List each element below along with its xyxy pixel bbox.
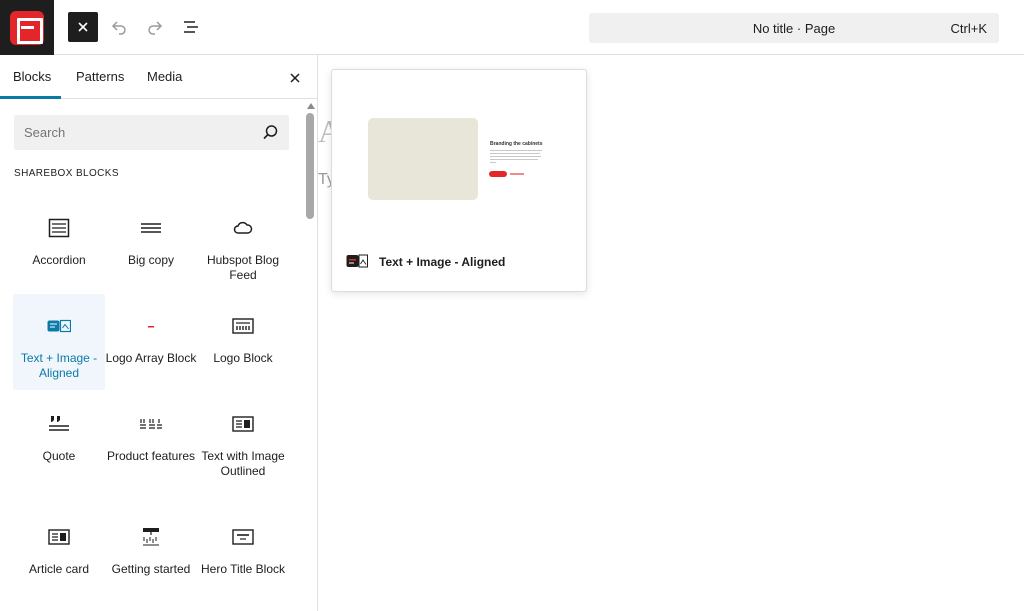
block-preview-image: Branding the cabinets (332, 70, 586, 240)
block-item-getting-started[interactable]: Getting started (105, 505, 197, 601)
cloud-icon (231, 216, 255, 240)
search-box (14, 115, 289, 150)
logo-block-icon (231, 314, 255, 338)
preview-text-line (490, 156, 541, 157)
block-label: Logo Array Block (105, 351, 197, 365)
undo-button[interactable] (104, 12, 134, 42)
text-image-outlined-icon (231, 412, 255, 436)
block-item-logo-array-block[interactable]: Logo Array Block (105, 294, 197, 390)
block-label: Article card (28, 562, 90, 576)
close-panel-button[interactable] (284, 67, 306, 89)
block-preview-popover: Branding the cabinets Text + Image - Ali… (331, 69, 587, 292)
tab-blocks[interactable]: Blocks (13, 55, 51, 99)
scrollbar[interactable] (304, 99, 316, 611)
keyboard-shortcut: Ctrl+K (950, 21, 987, 36)
block-label: Logo Block (213, 351, 273, 365)
big-copy-icon (139, 216, 163, 240)
preview-image-placeholder (368, 118, 478, 200)
hero-title-icon (231, 525, 255, 549)
active-tab-indicator (0, 96, 61, 99)
block-label: Quote (42, 449, 76, 463)
logo-array-icon (139, 314, 163, 338)
block-item-article-card[interactable]: Article card (13, 505, 105, 601)
text-image-icon (346, 254, 368, 268)
preview-block-name: Text + Image - Aligned (379, 255, 506, 269)
document-outline-icon (184, 21, 198, 33)
redo-icon (148, 21, 163, 35)
block-item-product-features[interactable]: Product features (105, 392, 197, 488)
brand-logo-icon (10, 10, 44, 45)
block-item-hero-title-block[interactable]: Hero Title Block (197, 505, 289, 601)
preview-link (510, 173, 524, 175)
scroll-up-arrow-icon[interactable] (307, 103, 315, 109)
quote-icon (47, 412, 71, 436)
command-palette-button[interactable]: No title · Page Ctrl+K (589, 13, 999, 43)
block-label: Text with Image Outlined (201, 449, 285, 478)
block-inserter-panel: Blocks Patterns Media SHAREBOX BLOCKS Ac… (0, 55, 318, 611)
preview-button (489, 171, 507, 177)
block-label: Big copy (127, 253, 175, 267)
search-icon (263, 125, 278, 140)
close-icon (78, 22, 88, 32)
block-label: Text + Image - Aligned (20, 351, 98, 380)
product-features-icon (139, 412, 163, 436)
block-item-hubspot-blog-feed[interactable]: Hubspot Blog Feed (197, 196, 289, 292)
block-label: Getting started (111, 562, 191, 576)
preview-text-line (490, 150, 542, 151)
search-input[interactable] (14, 115, 254, 150)
redo-button[interactable] (140, 12, 170, 42)
getting-started-icon (139, 525, 163, 549)
close-inserter-button[interactable] (68, 12, 98, 42)
editor-header: No title · Page Ctrl+K (0, 0, 1024, 55)
block-label: Hubspot Blog Feed (206, 253, 280, 282)
block-item-text-with-image-outlined[interactable]: Text with Image Outlined (197, 392, 289, 488)
article-card-icon (47, 525, 71, 549)
block-label: Product features (106, 449, 196, 463)
block-item-big-copy[interactable]: Big copy (105, 196, 197, 292)
block-item-logo-block[interactable]: Logo Block (197, 294, 289, 390)
close-icon (290, 73, 300, 83)
preview-text-line (490, 162, 496, 163)
preview-text-line (490, 153, 540, 154)
accordion-icon (47, 216, 71, 240)
preview-heading: Branding the cabinets (490, 141, 543, 147)
block-item-text-image-aligned[interactable]: Text + Image - Aligned (13, 294, 105, 390)
block-item-quote[interactable]: Quote (13, 392, 105, 488)
inserter-tabs: Blocks Patterns Media (0, 55, 317, 99)
block-category-title: SHAREBOX BLOCKS (14, 168, 119, 179)
tab-media[interactable]: Media (147, 55, 182, 99)
document-title: No title · Page (752, 21, 836, 36)
block-label: Hero Title Block (200, 562, 286, 576)
preview-text-line (490, 159, 538, 160)
scrollbar-thumb[interactable] (306, 113, 314, 219)
undo-icon (111, 21, 126, 35)
document-outline-button[interactable] (176, 12, 206, 42)
block-label: Accordion (32, 253, 86, 267)
block-item-accordion[interactable]: Accordion (13, 196, 105, 292)
text-image-icon (47, 314, 71, 338)
tab-patterns[interactable]: Patterns (76, 55, 124, 99)
site-logo-button[interactable] (0, 0, 54, 55)
